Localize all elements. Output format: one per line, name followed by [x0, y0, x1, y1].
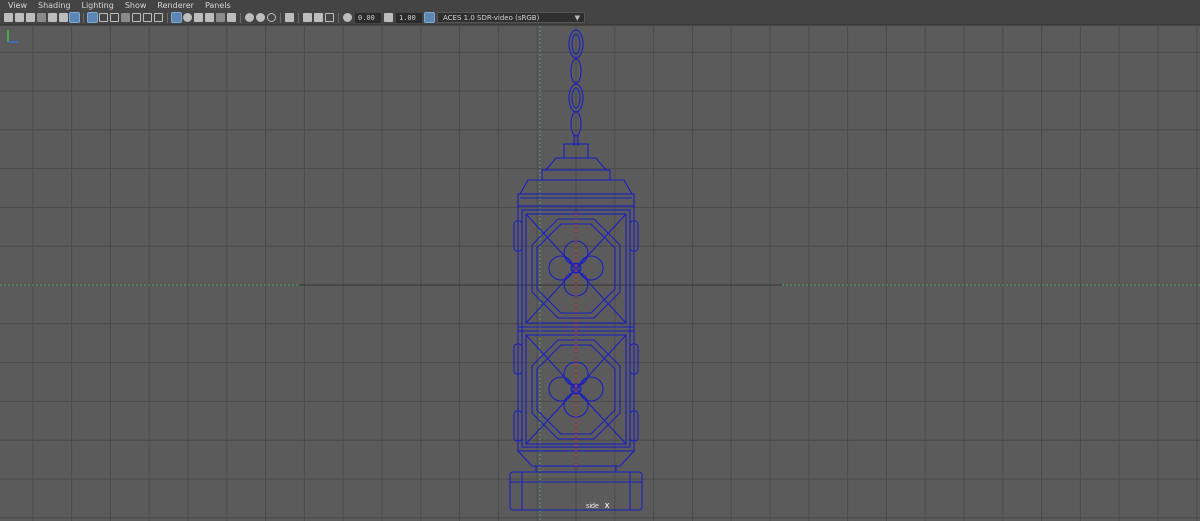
side-viewport[interactable]: [0, 26, 1200, 521]
select-camera-icon[interactable]: [4, 13, 13, 22]
multisample-aa-icon[interactable]: [314, 13, 323, 22]
toolbar-divider: [167, 12, 168, 23]
color-management-dropdown[interactable]: ACES 1.0 SDR-video (sRGB) ▼: [437, 12, 585, 23]
grid-icon[interactable]: [87, 12, 98, 23]
gamma-icon[interactable]: [384, 13, 393, 22]
smooth-shade-icon[interactable]: [183, 13, 192, 22]
menu-lighting[interactable]: Lighting: [81, 0, 113, 11]
camera-name: side: [586, 503, 599, 510]
color-management-value: ACES 1.0 SDR-video (sRGB): [443, 14, 540, 22]
toolbar-divider: [240, 12, 241, 23]
safe-title-icon[interactable]: [154, 13, 163, 22]
2d-pan-zoom-icon[interactable]: [48, 13, 57, 22]
isolate-select-icon[interactable]: [285, 13, 294, 22]
grease-pencil-icon[interactable]: [59, 13, 68, 22]
wireframe-icon[interactable]: [171, 12, 182, 23]
image-plane-icon[interactable]: [37, 13, 46, 22]
menu-panels[interactable]: Panels: [205, 0, 231, 11]
menu-shading[interactable]: Shading: [38, 0, 71, 11]
camera-attributes-icon[interactable]: [15, 13, 24, 22]
shadows-icon[interactable]: [256, 13, 265, 22]
bookmark-icon[interactable]: [26, 13, 35, 22]
xray-joints-icon[interactable]: [227, 13, 236, 22]
toolbar-divider: [298, 12, 299, 23]
axis-gizmo-icon: [7, 30, 18, 43]
toolbar-divider: [280, 12, 281, 23]
menu-renderer[interactable]: Renderer: [157, 0, 194, 11]
viewport-menubar: View Shading Lighting Show Renderer Pane…: [0, 0, 1200, 11]
wireframe-on-shaded-icon[interactable]: [194, 13, 203, 22]
gate-mask-icon[interactable]: [121, 13, 130, 22]
exposure-icon[interactable]: [343, 13, 352, 22]
camera-axis: X: [604, 503, 610, 510]
toolbar-divider: [83, 12, 84, 23]
camera-name-label: side X: [586, 503, 609, 510]
motion-blur-icon[interactable]: [303, 13, 312, 22]
viewport-canvas: [0, 26, 1200, 521]
menu-view[interactable]: View: [8, 0, 27, 11]
depth-of-field-icon[interactable]: [325, 13, 334, 22]
exposure-field[interactable]: 0.00: [355, 12, 381, 23]
film-gate-icon[interactable]: [99, 13, 108, 22]
toolbar-divider: [338, 12, 339, 23]
gamma-field[interactable]: 1.00: [396, 12, 422, 23]
safe-action-icon[interactable]: [143, 13, 152, 22]
color-management-icon[interactable]: [424, 12, 435, 23]
snap-camera-icon[interactable]: [69, 12, 80, 23]
screen-space-ao-icon[interactable]: [267, 13, 276, 22]
use-all-lights-icon[interactable]: [245, 13, 254, 22]
menu-show[interactable]: Show: [125, 0, 147, 11]
resolution-gate-icon[interactable]: [110, 13, 119, 22]
viewport-toolbar: 0.00 1.00 ACES 1.0 SDR-video (sRGB) ▼: [0, 11, 1200, 25]
field-chart-icon[interactable]: [132, 13, 141, 22]
xray-icon[interactable]: [216, 13, 225, 22]
default-material-icon[interactable]: [205, 13, 214, 22]
chevron-down-icon: ▼: [574, 14, 580, 22]
